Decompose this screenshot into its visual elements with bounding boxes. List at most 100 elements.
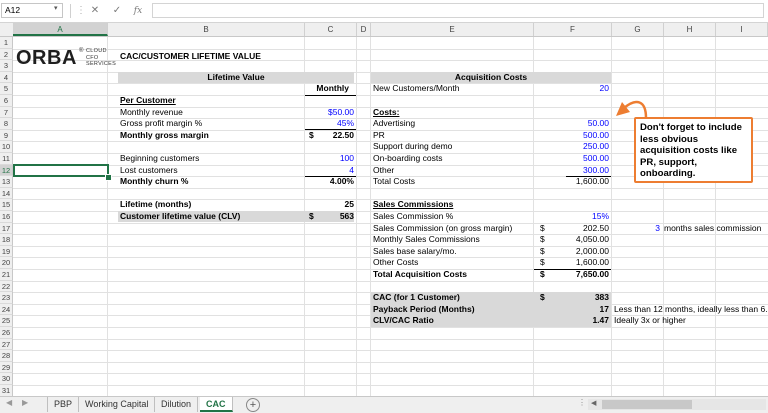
total-acquisition-costs-value[interactable]: 7,650.00 (550, 269, 609, 281)
close-icon[interactable]: ✕ (88, 4, 102, 18)
column-header-b[interactable]: B (108, 23, 305, 36)
row-header[interactable]: 24 (0, 303, 13, 316)
lifetime-months-value[interactable]: 25 (305, 199, 354, 211)
sales-commission-gm-value[interactable]: 202.50 (550, 223, 609, 235)
clv-cac-ratio-note[interactable]: Ideally 3x or higher (614, 315, 686, 327)
row-header[interactable]: 12 (0, 164, 13, 177)
row-header[interactable]: 1 (0, 37, 13, 49)
row-header[interactable]: 3 (0, 60, 13, 72)
row-header[interactable]: 16 (0, 211, 13, 223)
new-customers-value[interactable]: 20 (534, 83, 609, 95)
total-acquisition-costs-label[interactable]: Total Acquisition Costs (373, 269, 467, 281)
total-costs-label[interactable]: Total Costs (373, 176, 415, 188)
clv-cac-ratio-label[interactable]: CLV/CAC Ratio (373, 315, 434, 327)
clv-label[interactable]: Customer lifetime value (CLV) (120, 211, 240, 223)
payback-period-note[interactable]: Less than 12 months, ideally less than 6… (614, 304, 768, 316)
scroll-left-icon[interactable]: ◀ (6, 398, 12, 407)
beginning-customers-label[interactable]: Beginning customers (120, 153, 199, 165)
cac-value[interactable]: 383 (550, 292, 609, 304)
clv-value[interactable]: 563 (320, 211, 354, 223)
row-header[interactable]: 29 (0, 361, 13, 374)
costs-heading[interactable]: Costs: (373, 107, 399, 119)
column-header-e[interactable]: E (371, 23, 534, 36)
advertising-value[interactable]: 50.00 (534, 118, 609, 130)
row-header[interactable]: 20 (0, 257, 13, 269)
row-header[interactable]: 10 (0, 141, 13, 153)
lost-customers-value[interactable]: 4 (305, 165, 354, 177)
row-header[interactable]: 21 (0, 269, 13, 281)
gross-profit-margin-label[interactable]: Gross profit margin % (120, 118, 202, 130)
sheet-tab-cac[interactable]: CAC (200, 397, 233, 412)
gross-profit-margin-value[interactable]: 45% (305, 118, 354, 130)
check-icon[interactable]: ✓ (110, 4, 124, 18)
column-header-g[interactable]: G (612, 23, 664, 36)
monthly-gross-margin-label[interactable]: Monthly gross margin (120, 130, 209, 142)
monthly-churn-value[interactable]: 4.00% (305, 176, 354, 188)
row-header[interactable]: 28 (0, 350, 13, 362)
sales-commission-gm-label[interactable]: Sales Commission (on gross margin) (373, 223, 512, 235)
per-customer-heading[interactable]: Per Customer (120, 95, 176, 107)
row-header[interactable]: 9 (0, 129, 13, 142)
scrollbar-thumb[interactable] (602, 400, 692, 409)
row-header[interactable]: 5 (0, 83, 13, 95)
lifetime-months-label[interactable]: Lifetime (months) (120, 199, 191, 211)
row-header[interactable]: 6 (0, 95, 13, 107)
row-header[interactable]: 31 (0, 385, 13, 397)
sales-commissions-heading[interactable]: Sales Commissions (373, 199, 453, 211)
fill-handle[interactable] (105, 174, 112, 181)
more-options-icon[interactable]: ⋮ (578, 398, 586, 407)
advertising-label[interactable]: Advertising (373, 118, 415, 130)
onboarding-label[interactable]: On-boarding costs (373, 153, 442, 165)
row-header[interactable]: 15 (0, 199, 13, 211)
monthly-revenue-value[interactable]: $50.00 (305, 107, 354, 119)
lifetime-value-header[interactable]: Lifetime Value (118, 72, 354, 84)
lost-customers-label[interactable]: Lost customers (120, 165, 178, 177)
sales-commission-pct-label[interactable]: Sales Commission % (373, 211, 453, 223)
payback-period-label[interactable]: Payback Period (Months) (373, 304, 475, 316)
row-header[interactable]: 11 (0, 153, 13, 165)
add-sheet-button[interactable]: + (246, 398, 260, 412)
monthly-header[interactable]: Monthly (313, 83, 349, 95)
row-header[interactable]: 14 (0, 187, 13, 200)
monthly-gross-margin-value[interactable]: 22.50 (320, 130, 354, 142)
row-header[interactable]: 25 (0, 315, 13, 327)
other-label[interactable]: Other (373, 165, 394, 177)
row-header[interactable]: 22 (0, 280, 13, 293)
onboarding-value[interactable]: 500.00 (534, 153, 609, 165)
pr-label[interactable]: PR (373, 130, 385, 142)
sheet-tab-dilution[interactable]: Dilution (155, 397, 199, 412)
monthly-revenue-label[interactable]: Monthly revenue (120, 107, 183, 119)
column-header-f[interactable]: F (534, 23, 612, 36)
row-header[interactable]: 30 (0, 373, 13, 385)
row-header[interactable]: 13 (0, 176, 13, 188)
commission-months-label[interactable]: months sales commission (664, 223, 761, 235)
clv-cac-ratio-value[interactable]: 1.47 (550, 315, 609, 327)
other-costs-label[interactable]: Other Costs (373, 257, 418, 269)
monthly-sales-commissions-value[interactable]: 4,050.00 (550, 234, 609, 246)
row-header[interactable]: 4 (0, 71, 13, 84)
support-label[interactable]: Support during demo (373, 141, 452, 153)
pr-value[interactable]: 500.00 (534, 130, 609, 142)
cac-label[interactable]: CAC (for 1 Customer) (373, 292, 460, 304)
column-header-c[interactable]: C (305, 23, 357, 36)
sales-base-salary-value[interactable]: 2,000.00 (550, 246, 609, 258)
column-header-i[interactable]: I (716, 23, 768, 36)
row-header[interactable]: 18 (0, 234, 13, 246)
selected-cell-a12[interactable] (13, 163, 109, 178)
sales-base-salary-label[interactable]: Sales base salary/mo. (373, 246, 457, 258)
row-header[interactable]: 7 (0, 106, 13, 119)
total-costs-value[interactable]: 1,600.00 (534, 176, 609, 188)
row-header[interactable]: 19 (0, 245, 13, 258)
other-costs-value[interactable]: 1,600.00 (550, 257, 609, 269)
formula-input[interactable] (152, 3, 764, 18)
beginning-customers-value[interactable]: 100 (305, 153, 354, 165)
commission-months-value[interactable]: 3 (612, 223, 660, 235)
column-header-a[interactable]: A (13, 23, 108, 36)
horizontal-scrollbar[interactable]: ◀ (588, 399, 766, 410)
new-customers-label[interactable]: New Customers/Month (373, 83, 459, 95)
support-value[interactable]: 250.00 (534, 141, 609, 153)
sheet-tab-working-capital[interactable]: Working Capital (79, 397, 156, 412)
other-value[interactable]: 300.00 (534, 165, 609, 177)
row-header[interactable]: 23 (0, 292, 13, 304)
row-header[interactable]: 27 (0, 338, 13, 351)
